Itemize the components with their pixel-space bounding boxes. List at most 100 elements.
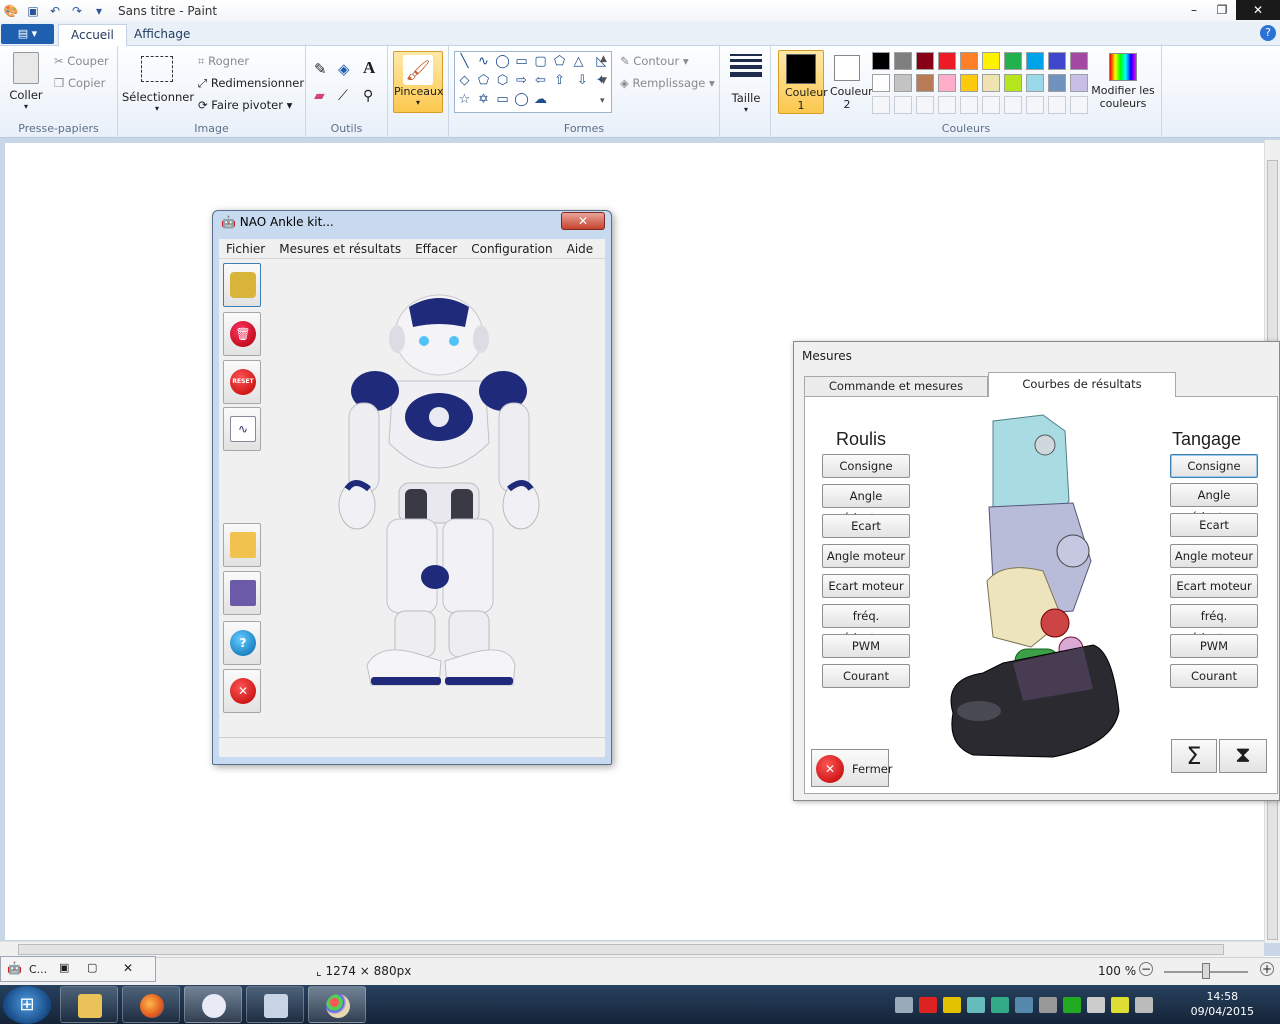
down-arrow-shape-icon[interactable]: ⇩ <box>573 71 592 90</box>
right-arrow-shape-icon[interactable]: ⇨ <box>512 71 531 90</box>
help-button[interactable]: ? <box>223 621 261 665</box>
palette-swatch[interactable] <box>960 52 978 70</box>
palette-swatch[interactable] <box>916 52 934 70</box>
taskbar-paint[interactable] <box>308 986 366 1023</box>
eraser-icon[interactable]: ▰ <box>314 88 325 104</box>
tray-update-icon[interactable] <box>1063 997 1081 1013</box>
save-file-button[interactable] <box>223 571 261 615</box>
oval-callout-shape-icon[interactable]: ◯ <box>512 90 531 109</box>
quit-button[interactable]: ✕ <box>223 669 261 713</box>
oval-shape-icon[interactable]: ◯ <box>493 52 512 71</box>
five-point-star-shape-icon[interactable]: ☆ <box>455 90 474 109</box>
color2-button[interactable]: Couleur 2 <box>826 50 873 114</box>
horizontal-scroll-thumb[interactable] <box>18 944 1224 955</box>
rounded-rectangle-shape-icon[interactable]: ▢ <box>531 52 550 71</box>
palette-empty-swatch[interactable] <box>872 96 890 114</box>
fermer-button[interactable]: ✕ Fermer <box>811 749 893 787</box>
magnifier-icon[interactable]: ⚲ <box>363 88 373 104</box>
tab-accueil[interactable]: Accueil <box>58 24 127 46</box>
cut-button[interactable]: ✂ Couper <box>54 54 109 68</box>
tangage-pwm-button[interactable]: PWM <box>1170 634 1258 658</box>
palette-swatch[interactable] <box>1070 52 1088 70</box>
tangage-angle-moteur-button[interactable]: Angle moteur <box>1170 544 1258 568</box>
edit-colors-button[interactable]: Modifier les couleurs <box>1090 50 1156 114</box>
tray-volume-icon[interactable] <box>1135 997 1153 1013</box>
palette-empty-swatch[interactable] <box>938 96 956 114</box>
shapes-scroll-up-icon[interactable]: ▲ <box>600 54 607 64</box>
six-point-star-shape-icon[interactable]: ✡ <box>474 90 493 109</box>
menu-fichier[interactable]: Fichier <box>219 239 272 259</box>
palette-swatch[interactable] <box>938 52 956 70</box>
help-icon[interactable]: ? <box>1260 25 1276 41</box>
taskbar-calculator[interactable] <box>246 986 304 1023</box>
palette-swatch[interactable] <box>894 52 912 70</box>
roulis-angle-moteur-button[interactable]: Angle moteur <box>822 544 910 568</box>
up-arrow-shape-icon[interactable]: ⇧ <box>550 71 569 90</box>
roulis-pwm-button[interactable]: PWM <box>822 634 910 658</box>
palette-swatch[interactable] <box>982 52 1000 70</box>
palette-swatch[interactable] <box>1026 52 1044 70</box>
palette-empty-swatch[interactable] <box>1070 96 1088 114</box>
hexagon-shape-icon[interactable]: ⬡ <box>493 71 512 90</box>
minimize-button[interactable]: – <box>1180 0 1208 20</box>
palette-swatch[interactable] <box>894 74 912 92</box>
palette-swatch[interactable] <box>1070 74 1088 92</box>
open-button[interactable] <box>223 523 261 567</box>
horizontal-scrollbar[interactable] <box>0 941 1264 957</box>
curve-button[interactable]: ∿ <box>223 407 261 451</box>
shapes-expand-icon[interactable]: ▾ <box>600 96 605 106</box>
palette-empty-swatch[interactable] <box>894 96 912 114</box>
tangage-ecart-button[interactable]: Ecart <box>1170 513 1258 537</box>
palette-swatch[interactable] <box>1004 52 1022 70</box>
color-picker-icon[interactable]: ⟋ <box>338 88 348 104</box>
restore-icon[interactable]: ▣ <box>59 961 69 974</box>
rotate-button[interactable]: ⟳ Faire pivoter ▾ <box>198 98 292 112</box>
palette-empty-swatch[interactable] <box>1048 96 1066 114</box>
menu-mesures-resultats[interactable]: Mesures et résultats <box>272 239 408 259</box>
zoom-in-button[interactable]: + <box>1260 962 1274 976</box>
roulis-freq-reducteur-button[interactable]: fréq. réducteur <box>822 604 910 645</box>
tangage-ecart-moteur-button[interactable]: Ecart moteur <box>1170 574 1258 598</box>
tray-network-icon[interactable] <box>895 997 913 1013</box>
callout-shape-icon[interactable]: ▭ <box>493 90 512 109</box>
copy-button[interactable]: ❐ Copier <box>54 76 105 90</box>
tangage-courant-button[interactable]: Courant <box>1170 664 1258 688</box>
pentagon-shape-icon[interactable]: ⬠ <box>474 71 493 90</box>
sum-button[interactable]: Σ <box>1171 739 1217 773</box>
menu-effacer[interactable]: Effacer <box>408 239 464 259</box>
palette-swatch[interactable] <box>872 52 890 70</box>
taskbar-firefox[interactable] <box>122 986 180 1023</box>
tray-pdf-icon[interactable] <box>919 997 937 1013</box>
roulis-courant-button[interactable]: Courant <box>822 664 910 688</box>
save-icon[interactable]: ▣ <box>24 3 42 19</box>
zoom-out-button[interactable]: − <box>1139 962 1153 976</box>
start-button[interactable]: ⊞ <box>3 986 51 1024</box>
menu-configuration[interactable]: Configuration <box>464 239 559 259</box>
tangage-consigne-button[interactable]: Consigne <box>1170 454 1258 478</box>
redo-icon[interactable]: ↷ <box>68 3 86 19</box>
roulis-angle-reducteur-button[interactable]: Angle réducteur <box>822 484 910 525</box>
palette-swatch[interactable] <box>1004 74 1022 92</box>
pencil-icon[interactable]: ✎ <box>314 60 327 78</box>
customize-dropdown-icon[interactable]: ▾ <box>90 3 108 19</box>
tangage-angle-reducteur-button[interactable]: Angle réducteur <box>1170 483 1258 524</box>
palette-swatch[interactable] <box>872 74 890 92</box>
tab-affichage[interactable]: Affichage <box>122 24 202 46</box>
close-button[interactable]: ✕ <box>1236 0 1280 20</box>
line-shape-icon[interactable]: ╲ <box>455 52 474 71</box>
roulis-ecart-button[interactable]: Ecart <box>822 514 910 538</box>
resize-button[interactable]: ⤢ Redimensionner <box>198 76 304 91</box>
tray-settings-icon[interactable] <box>943 997 961 1013</box>
shapes-gallery[interactable]: ╲ ∿ ◯ ▭ ▢ ⬠ △ ◺◇ ⬠ ⬡ ⇨ ⇦ ⇧ ⇩ ✦☆ ✡ ▭ ◯ ☁ <box>454 51 612 113</box>
palette-empty-swatch[interactable] <box>916 96 934 114</box>
rectangle-shape-icon[interactable]: ▭ <box>512 52 531 71</box>
hourglass-button[interactable]: ⧗ <box>1219 739 1267 773</box>
text-tool-icon[interactable]: A <box>363 58 375 78</box>
paint-app-icon[interactable]: 🎨 <box>2 3 20 19</box>
delete-button[interactable]: 🗑 <box>223 312 261 356</box>
curve-shape-icon[interactable]: ∿ <box>474 52 493 71</box>
palette-swatch[interactable] <box>982 74 1000 92</box>
maximize-button[interactable]: ❐ <box>1208 0 1236 20</box>
close-icon[interactable]: ✕ <box>123 961 133 975</box>
fill-bucket-icon[interactable]: ◈ <box>338 60 350 78</box>
